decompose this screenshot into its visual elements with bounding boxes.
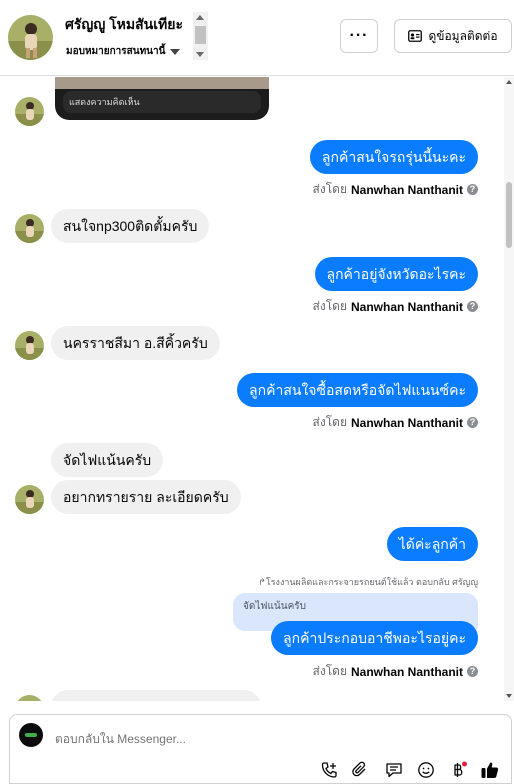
reply-input[interactable] (55, 729, 455, 749)
scroll-down-icon[interactable] (506, 694, 512, 698)
emoji-icon[interactable] (415, 759, 437, 781)
outgoing-message[interactable]: ลูกค้าประกอบอาชีพอะไรอยู่คะ (271, 621, 478, 655)
attach-icon[interactable] (349, 759, 371, 781)
info-icon[interactable]: ? (467, 184, 478, 195)
add-call-icon[interactable] (318, 759, 340, 781)
customer-avatar (15, 331, 44, 360)
scroll-up-icon[interactable] (196, 15, 204, 20)
incoming-message[interactable]: นครราชสีมา อ.สีคิ้วครับ (51, 326, 220, 360)
thread-scrollbar[interactable] (504, 77, 514, 701)
assign-conversation-dropdown[interactable]: มอบหมายการสนทนานี้ (66, 44, 181, 59)
baht-icon[interactable] (447, 759, 469, 781)
customer-avatar (15, 695, 44, 701)
sent-by-label: ส่งโดย Nanwhan Nanthanit ? (313, 662, 478, 681)
contact-avatar[interactable] (8, 15, 53, 60)
assign-label: มอบหมายการสนทนานี้ (66, 46, 166, 57)
media-caption: แสดงความคิดเห็น (63, 91, 261, 113)
incoming-message[interactable]: สนใจnp300ติดตั้มครับ (51, 209, 210, 243)
like-icon[interactable] (479, 759, 501, 781)
sent-by-prefix: ส่งโดย (312, 182, 347, 196)
info-icon[interactable]: ? (467, 301, 478, 312)
customer-avatar (15, 485, 44, 514)
view-contact-info-button[interactable]: ดูข้อมูลติดต่อ (394, 19, 512, 53)
chevron-down-icon (170, 48, 181, 55)
customer-avatar (15, 214, 44, 243)
outgoing-message[interactable]: ลูกค้าสนใจซื้อสดหรือจัดไฟแนนซ์คะ (237, 373, 478, 407)
info-icon[interactable]: ? (467, 417, 478, 428)
shared-media-card[interactable]: แสดงความคิดเห็น (55, 77, 269, 120)
scroll-up-icon[interactable] (506, 80, 512, 84)
info-icon[interactable]: ? (467, 666, 478, 677)
message-thread[interactable]: แสดงความคิดเห็น ลูกค้าสนใจรถรุ่นนี้นะคะ … (0, 77, 504, 701)
contact-info-label: ดูข้อมูลติดต่อ (428, 28, 498, 43)
saved-reply-icon[interactable] (383, 759, 405, 781)
more-options-button[interactable]: ··· (340, 19, 378, 53)
reply-context: ↱โรงงานผลิตและกระจายรถยนต์ใช้แล้ว ตอบกลั… (258, 577, 478, 587)
conversation-header: ศรัญญู โหมสันเทียะ มอบหมายการสนทนานี้ ··… (0, 0, 514, 76)
scroll-thumb[interactable] (195, 26, 206, 44)
incoming-message-partial[interactable] (51, 690, 261, 701)
agent-name: Nanwhan Nanthanit (350, 299, 463, 314)
outgoing-message[interactable]: ได้ค่ะลูกค้า (386, 527, 478, 561)
agent-name: Nanwhan Nanthanit (350, 664, 463, 679)
outgoing-message[interactable]: ลูกค้าสนใจรถรุ่นนี้นะคะ (309, 140, 478, 174)
agent-name: Nanwhan Nanthanit (350, 415, 463, 430)
sent-by-prefix: ส่งโดย (312, 299, 347, 313)
sent-by-label: ส่งโดย Nanwhan Nanthanit ? (313, 297, 478, 316)
incoming-message[interactable]: อยากทรายราย ละเอียดครับ (51, 480, 241, 514)
contact-name: ศรัญญู โหมสันเทียะ (65, 16, 183, 32)
scroll-thumb[interactable] (506, 182, 512, 248)
name-scrollbar[interactable] (193, 12, 208, 60)
agent-name: Nanwhan Nanthanit (350, 182, 463, 197)
reply-composer (9, 714, 512, 784)
incoming-message[interactable]: จัดไฟแน้นครับ (51, 443, 164, 477)
sent-by-label: ส่งโดย Nanwhan Nanthanit ? (313, 180, 478, 199)
sent-by-prefix: ส่งโดย (312, 415, 347, 429)
scroll-down-icon[interactable] (196, 52, 204, 57)
sent-by-label: ส่งโดย Nanwhan Nanthanit ? (313, 413, 478, 432)
sent-by-prefix: ส่งโดย (312, 664, 347, 678)
shared-image (55, 77, 269, 89)
outgoing-message[interactable]: ลูกค้าอยู่จังหวัดอะไรคะ (314, 257, 478, 291)
contact-card-icon (408, 30, 423, 42)
more-icon: ··· (349, 27, 369, 44)
page-avatar (19, 723, 43, 747)
customer-avatar (15, 97, 44, 126)
